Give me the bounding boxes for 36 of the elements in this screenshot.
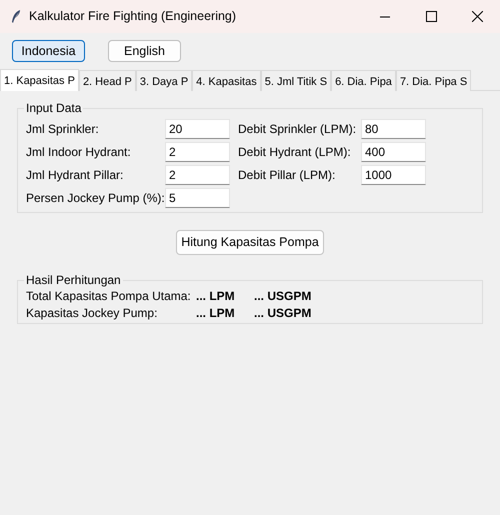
language-button[interactable]: Indonesia (12, 40, 85, 62)
feather-icon (11, 10, 21, 24)
tab[interactable]: 7. Dia. Pipa S (396, 70, 472, 91)
input-field[interactable]: 2 (165, 142, 230, 162)
maximize-button[interactable] (426, 11, 436, 22)
tab[interactable]: 2. Head P (78, 70, 136, 91)
field-label: Jml Indoor Hydrant: (26, 144, 132, 160)
field-label: Persen Jockey Pump (%): (26, 190, 165, 206)
group-title: Input Data (24, 101, 84, 115)
field-label: Debit Pillar (LPM): (238, 166, 336, 184)
input-field[interactable]: 20 (165, 118, 230, 138)
input-field[interactable]: 400 (361, 142, 426, 162)
field-label: Jml Hydrant Pillar: (26, 166, 124, 184)
calculate-button[interactable]: Hitung Kapasitas Pompa (176, 230, 324, 255)
result-value: ... USGPM (254, 304, 312, 321)
result-value: ... LPM (196, 288, 236, 304)
window-title: Kalkulator Fire Fighting (Engineering) (29, 8, 236, 26)
tab[interactable]: 5. Jml Titik S (260, 70, 332, 91)
input-field[interactable]: 2 (165, 164, 230, 184)
language-button[interactable]: English (108, 40, 181, 62)
result-label: Total Kapasitas Pompa Utama: (26, 288, 192, 304)
close-button[interactable] (472, 11, 482, 22)
field-label: Jml Sprinkler: (26, 120, 100, 138)
result-value: ... LPM (196, 304, 236, 321)
tab[interactable]: 3. Daya P (136, 70, 192, 91)
field-label: Debit Hydrant (LPM): (238, 144, 352, 160)
tab[interactable]: 6. Dia. Pipa (331, 70, 396, 91)
input-field[interactable]: 1000 (361, 164, 426, 184)
tab[interactable]: 4. Kapasitas (192, 70, 261, 91)
tab[interactable]: 1. Kapasitas P (0, 69, 79, 91)
input-field[interactable]: 5 (165, 188, 230, 208)
result-label: Kapasitas Jockey Pump: (26, 304, 158, 321)
group-title: Hasil Perhitungan (24, 272, 123, 287)
field-label: Debit Sprinkler (LPM): (238, 120, 358, 138)
input-field[interactable]: 80 (361, 118, 426, 138)
result-value: ... USGPM (254, 288, 312, 304)
